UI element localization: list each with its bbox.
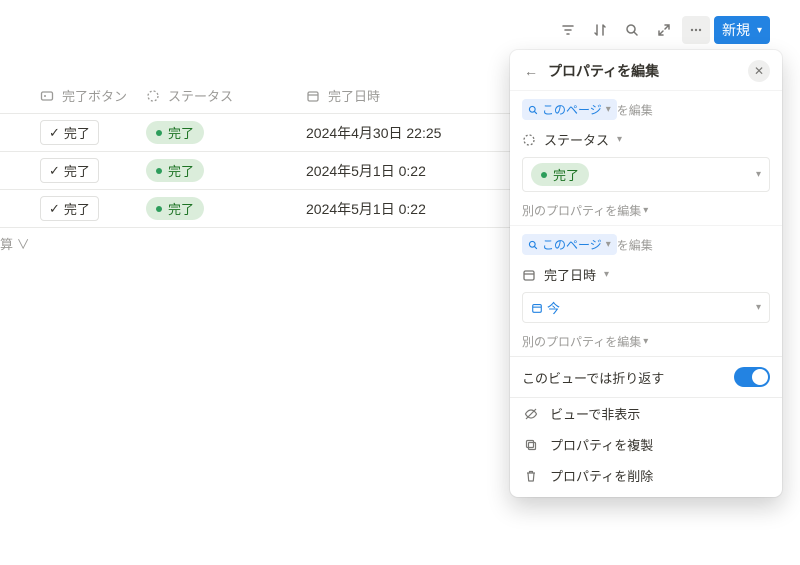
database-table: 完了ボタン ステータス 完了日時 ✓ 完了 完了 2024年4月30日 22:2… xyxy=(0,78,520,228)
done-button[interactable]: ✓ 完了 xyxy=(40,158,99,183)
date-cell: 2024年4月30日 22:25 xyxy=(306,123,441,143)
date-select[interactable]: 今 ▾ xyxy=(522,292,770,323)
table-row[interactable]: ✓ 完了 完了 2024年5月1日 0:22 xyxy=(0,152,520,190)
status-badge: 完了 xyxy=(146,197,204,220)
edit-other-property-link[interactable]: 別のプロパティを編集 ▾ xyxy=(522,202,648,219)
status-select[interactable]: 完了 ▾ xyxy=(522,157,770,192)
done-button[interactable]: ✓ 完了 xyxy=(40,120,99,145)
status-property-row[interactable]: ステータス ▾ xyxy=(522,130,770,149)
column-header-status[interactable]: ステータス xyxy=(138,86,298,105)
status-badge: 完了 xyxy=(146,159,204,182)
sort-icon[interactable] xyxy=(586,16,614,44)
duplicate-property-action[interactable]: プロパティを複製 xyxy=(510,429,782,460)
property-edit-panel: ← プロパティを編集 ✕ このページ ▾ を編集 ステータス ▾ 完了 ▾ 別の… xyxy=(510,50,782,497)
done-button[interactable]: ✓ 完了 xyxy=(40,196,99,221)
chevron-down-icon: ▾ xyxy=(756,169,761,180)
panel-section-status: このページ ▾ を編集 ステータス ▾ 完了 ▾ 別のプロパティを編集 ▾ xyxy=(510,90,782,225)
status-badge: 完了 xyxy=(146,121,204,144)
view-toolbar xyxy=(554,16,710,44)
this-page-chip[interactable]: このページ ▾ xyxy=(522,234,617,255)
panel-section-date: このページ ▾ を編集 完了日時 ▾ 今 ▾ 別のプロパティを編集 ▾ xyxy=(510,225,782,356)
this-page-chip[interactable]: このページ ▾ xyxy=(522,99,617,120)
search-icon[interactable] xyxy=(618,16,646,44)
chevron-down-icon: ▾ xyxy=(757,25,762,36)
close-icon[interactable]: ✕ xyxy=(748,60,770,82)
calendar-icon xyxy=(522,268,538,282)
trash-icon xyxy=(524,469,540,483)
button-column-icon xyxy=(40,89,56,103)
date-property-row[interactable]: 完了日時 ▾ xyxy=(522,265,770,284)
table-header: 完了ボタン ステータス 完了日時 xyxy=(0,78,520,114)
delete-property-action[interactable]: プロパティを削除 xyxy=(510,460,782,491)
hide-in-view-action[interactable]: ビューで非表示 xyxy=(510,398,782,429)
chevron-down-icon: ▾ xyxy=(604,269,609,280)
more-icon[interactable] xyxy=(682,16,710,44)
status-column-icon xyxy=(146,89,162,103)
back-icon[interactable]: ← xyxy=(522,63,540,79)
copy-icon xyxy=(524,438,540,452)
date-cell: 2024年5月1日 0:22 xyxy=(306,161,426,181)
chevron-down-icon: ▾ xyxy=(617,134,622,145)
edit-other-property-link[interactable]: 別のプロパティを編集 ▾ xyxy=(522,333,648,350)
wrap-toggle-row: このビューでは折り返す xyxy=(510,357,782,397)
expand-icon[interactable] xyxy=(650,16,678,44)
new-button-label: 新規 xyxy=(722,20,750,40)
table-row[interactable]: ✓ 完了 完了 2024年4月30日 22:25 xyxy=(0,114,520,152)
filter-icon[interactable] xyxy=(554,16,582,44)
new-button[interactable]: 新規 ▾ xyxy=(714,16,770,44)
wrap-toggle[interactable] xyxy=(734,367,770,387)
panel-title: プロパティを編集 xyxy=(548,61,740,81)
date-cell: 2024年5月1日 0:22 xyxy=(306,199,426,219)
status-icon xyxy=(522,133,538,147)
date-column-icon xyxy=(306,89,322,103)
column-header-button[interactable]: 完了ボタン xyxy=(0,86,138,105)
eye-off-icon xyxy=(524,407,540,421)
table-row[interactable]: ✓ 完了 完了 2024年5月1日 0:22 xyxy=(0,190,520,228)
column-header-date[interactable]: 完了日時 xyxy=(298,86,520,105)
chevron-down-icon: ▾ xyxy=(756,302,761,313)
summary-label[interactable]: 算 ∨ xyxy=(0,234,30,253)
